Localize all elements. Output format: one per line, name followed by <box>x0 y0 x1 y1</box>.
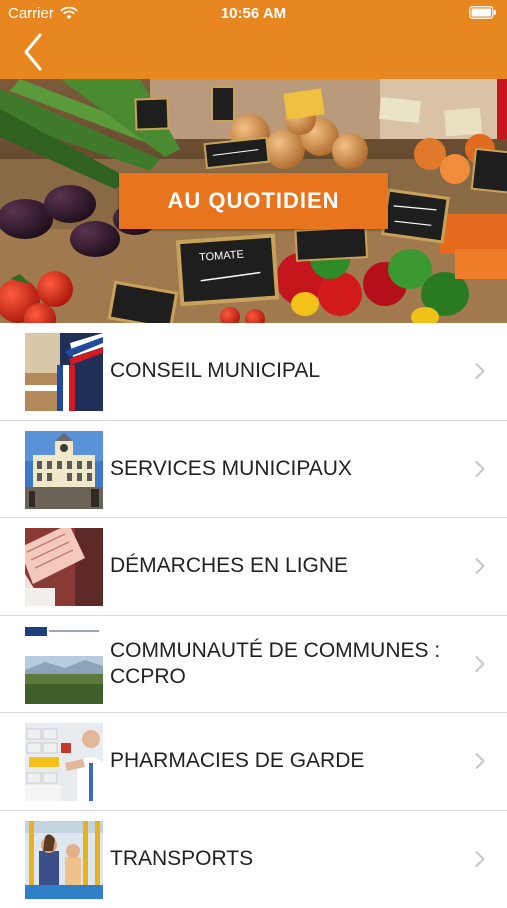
status-bar: Carrier 10:56 AM <box>0 0 507 26</box>
back-button[interactable] <box>18 32 48 72</box>
chevron-right-icon <box>475 460 485 477</box>
chevron-right-icon <box>475 851 485 868</box>
list-item-demarches-en-ligne[interactable]: DÉMARCHES EN LIGNE <box>0 518 507 616</box>
chevron-right-icon <box>475 655 485 672</box>
list-item-conseil-municipal[interactable]: CONSEIL MUNICIPAL <box>0 323 507 421</box>
pharmacy-thumbnail <box>25 723 103 801</box>
navigation-bar: Carrier 10:56 AM <box>0 0 507 79</box>
list-item-transports[interactable]: TRANSPORTS <box>0 811 507 908</box>
council-thumbnail <box>25 333 103 411</box>
list-item-label: COMMUNAUTÉ DE COMMUNES : CCPRO <box>110 616 450 713</box>
chevron-right-icon <box>475 558 485 575</box>
list-item-label: TRANSPORTS <box>110 811 450 908</box>
chevron-left-icon <box>18 32 48 72</box>
list-item-pharmacies[interactable]: PHARMACIES DE GARDE <box>0 713 507 811</box>
list-item-label: SERVICES MUNICIPAUX <box>110 421 450 518</box>
transport-thumbnail <box>25 821 103 899</box>
chevron-right-icon <box>475 363 485 380</box>
hero-banner: TOMATE AU QUO <box>0 79 507 323</box>
battery-icon <box>469 6 497 23</box>
documents-thumbnail <box>25 528 103 606</box>
list-item-label: CONSEIL MUNICIPAL <box>110 323 450 420</box>
chevron-right-icon <box>475 753 485 770</box>
town-hall-thumbnail <box>25 431 103 509</box>
list-item-ccpro[interactable]: COMMUNAUTÉ DE COMMUNES : CCPRO <box>0 616 507 714</box>
list-item-label: PHARMACIES DE GARDE <box>110 713 450 810</box>
clock: 10:56 AM <box>0 5 507 22</box>
ccpro-thumbnail <box>25 626 103 704</box>
menu-list: CONSEIL MUNICIPAL <box>0 323 507 908</box>
list-item-services-municipaux[interactable]: SERVICES MUNICIPAUX <box>0 421 507 519</box>
daily-life-button[interactable]: AU QUOTIDIEN <box>119 173 388 229</box>
list-item-label: DÉMARCHES EN LIGNE <box>110 518 450 615</box>
